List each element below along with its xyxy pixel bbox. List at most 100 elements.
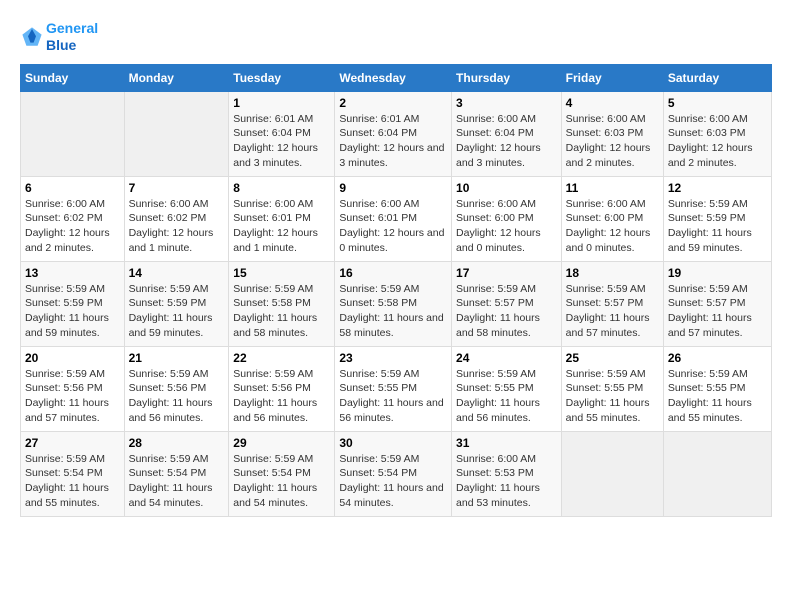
day-cell: 25 Sunrise: 5:59 AM Sunset: 5:55 PM Dayli… xyxy=(561,346,663,431)
day-number: 29 xyxy=(233,436,330,450)
day-cell: 6 Sunrise: 6:00 AM Sunset: 6:02 PM Daylig… xyxy=(21,176,125,261)
day-cell: 15 Sunrise: 5:59 AM Sunset: 5:58 PM Dayli… xyxy=(229,261,335,346)
header-cell-wednesday: Wednesday xyxy=(335,64,452,91)
calendar-table: SundayMondayTuesdayWednesdayThursdayFrid… xyxy=(20,64,772,517)
day-info: Sunrise: 6:00 AM Sunset: 6:02 PM Dayligh… xyxy=(129,197,225,256)
day-number: 13 xyxy=(25,266,120,280)
day-number: 22 xyxy=(233,351,330,365)
day-info: Sunrise: 5:59 AM Sunset: 5:57 PM Dayligh… xyxy=(456,282,557,341)
day-info: Sunrise: 6:00 AM Sunset: 6:03 PM Dayligh… xyxy=(566,112,659,171)
day-info: Sunrise: 6:00 AM Sunset: 6:00 PM Dayligh… xyxy=(566,197,659,256)
day-cell: 14 Sunrise: 5:59 AM Sunset: 5:59 PM Dayli… xyxy=(124,261,229,346)
week-row-2: 6 Sunrise: 6:00 AM Sunset: 6:02 PM Daylig… xyxy=(21,176,772,261)
day-number: 19 xyxy=(668,266,767,280)
day-cell: 5Sunrise: 6:00 AM Sunset: 6:03 PM Daylig… xyxy=(663,91,771,176)
day-cell: 16 Sunrise: 5:59 AM Sunset: 5:58 PM Dayli… xyxy=(335,261,452,346)
day-cell: 21Sunrise: 5:59 AM Sunset: 5:56 PM Dayli… xyxy=(124,346,229,431)
day-cell: 27 Sunrise: 5:59 AM Sunset: 5:54 PM Dayli… xyxy=(21,431,125,516)
day-cell xyxy=(561,431,663,516)
day-cell: 7 Sunrise: 6:00 AM Sunset: 6:02 PM Daylig… xyxy=(124,176,229,261)
header-cell-friday: Friday xyxy=(561,64,663,91)
week-row-1: 1 Sunrise: 6:01 AM Sunset: 6:04 PM Daylig… xyxy=(21,91,772,176)
day-number: 15 xyxy=(233,266,330,280)
day-info: Sunrise: 5:59 AM Sunset: 5:59 PM Dayligh… xyxy=(668,197,767,256)
day-info: Sunrise: 6:01 AM Sunset: 6:04 PM Dayligh… xyxy=(339,112,447,171)
day-number: 31 xyxy=(456,436,557,450)
day-info: Sunrise: 6:00 AM Sunset: 6:02 PM Dayligh… xyxy=(25,197,120,256)
day-cell: 28Sunrise: 5:59 AM Sunset: 5:54 PM Dayli… xyxy=(124,431,229,516)
day-number: 5 xyxy=(668,96,767,110)
day-info: Sunrise: 5:59 AM Sunset: 5:57 PM Dayligh… xyxy=(566,282,659,341)
day-info: Sunrise: 5:59 AM Sunset: 5:55 PM Dayligh… xyxy=(566,367,659,426)
week-row-5: 27 Sunrise: 5:59 AM Sunset: 5:54 PM Dayli… xyxy=(21,431,772,516)
day-number: 1 xyxy=(233,96,330,110)
header: General Blue xyxy=(20,20,772,54)
header-cell-saturday: Saturday xyxy=(663,64,771,91)
day-cell: 11 Sunrise: 6:00 AM Sunset: 6:00 PM Dayli… xyxy=(561,176,663,261)
day-number: 4 xyxy=(566,96,659,110)
day-number: 3 xyxy=(456,96,557,110)
logo: General Blue xyxy=(20,20,98,54)
day-cell: 19 Sunrise: 5:59 AM Sunset: 5:57 PM Dayli… xyxy=(663,261,771,346)
logo-icon xyxy=(20,25,44,49)
day-number: 7 xyxy=(129,181,225,195)
day-info: Sunrise: 6:00 AM Sunset: 6:01 PM Dayligh… xyxy=(339,197,447,256)
day-number: 18 xyxy=(566,266,659,280)
day-info: Sunrise: 5:59 AM Sunset: 5:55 PM Dayligh… xyxy=(668,367,767,426)
day-info: Sunrise: 5:59 AM Sunset: 5:59 PM Dayligh… xyxy=(129,282,225,341)
day-number: 9 xyxy=(339,181,447,195)
day-number: 23 xyxy=(339,351,447,365)
day-number: 20 xyxy=(25,351,120,365)
day-number: 25 xyxy=(566,351,659,365)
day-cell: 3 Sunrise: 6:00 AM Sunset: 6:04 PM Daylig… xyxy=(452,91,562,176)
day-info: Sunrise: 5:59 AM Sunset: 5:54 PM Dayligh… xyxy=(339,452,447,511)
day-cell: 20 Sunrise: 5:59 AM Sunset: 5:56 PM Dayli… xyxy=(21,346,125,431)
day-number: 14 xyxy=(129,266,225,280)
day-cell: 9 Sunrise: 6:00 AM Sunset: 6:01 PM Daylig… xyxy=(335,176,452,261)
day-info: Sunrise: 5:59 AM Sunset: 5:57 PM Dayligh… xyxy=(668,282,767,341)
day-cell: 18 Sunrise: 5:59 AM Sunset: 5:57 PM Dayli… xyxy=(561,261,663,346)
day-cell: 4 Sunrise: 6:00 AM Sunset: 6:03 PM Daylig… xyxy=(561,91,663,176)
day-cell xyxy=(124,91,229,176)
day-info: Sunrise: 6:00 AM Sunset: 6:04 PM Dayligh… xyxy=(456,112,557,171)
day-cell: 31Sunrise: 6:00 AM Sunset: 5:53 PM Dayli… xyxy=(452,431,562,516)
day-number: 28 xyxy=(129,436,225,450)
day-number: 24 xyxy=(456,351,557,365)
day-cell xyxy=(663,431,771,516)
day-cell: 30 Sunrise: 5:59 AM Sunset: 5:54 PM Dayli… xyxy=(335,431,452,516)
day-number: 2 xyxy=(339,96,447,110)
day-number: 10 xyxy=(456,181,557,195)
day-info: Sunrise: 5:59 AM Sunset: 5:59 PM Dayligh… xyxy=(25,282,120,341)
day-info: Sunrise: 5:59 AM Sunset: 5:54 PM Dayligh… xyxy=(233,452,330,511)
day-cell: 2 Sunrise: 6:01 AM Sunset: 6:04 PM Daylig… xyxy=(335,91,452,176)
day-cell: 1Sunrise: 6:01 AM Sunset: 6:04 PM Daylig… xyxy=(229,91,335,176)
day-number: 21 xyxy=(129,351,225,365)
calendar-body: 1 Sunrise: 6:01 AM Sunset: 6:04 PM Daylig… xyxy=(21,91,772,516)
day-info: Sunrise: 5:59 AM Sunset: 5:54 PM Dayligh… xyxy=(25,452,120,511)
day-cell: 29 Sunrise: 5:59 AM Sunset: 5:54 PM Dayli… xyxy=(229,431,335,516)
day-cell: 24Sunrise: 5:59 AM Sunset: 5:55 PM Dayli… xyxy=(452,346,562,431)
day-number: 17 xyxy=(456,266,557,280)
calendar-header: SundayMondayTuesdayWednesdayThursdayFrid… xyxy=(21,64,772,91)
day-info: Sunrise: 5:59 AM Sunset: 5:56 PM Dayligh… xyxy=(25,367,120,426)
header-cell-monday: Monday xyxy=(124,64,229,91)
day-number: 8 xyxy=(233,181,330,195)
day-info: Sunrise: 5:59 AM Sunset: 5:58 PM Dayligh… xyxy=(233,282,330,341)
day-number: 11 xyxy=(566,181,659,195)
day-info: Sunrise: 5:59 AM Sunset: 5:56 PM Dayligh… xyxy=(233,367,330,426)
day-cell: 26Sunrise: 5:59 AM Sunset: 5:55 PM Dayli… xyxy=(663,346,771,431)
day-cell xyxy=(21,91,125,176)
day-number: 27 xyxy=(25,436,120,450)
day-info: Sunrise: 5:59 AM Sunset: 5:58 PM Dayligh… xyxy=(339,282,447,341)
logo-text: General Blue xyxy=(46,20,98,54)
day-number: 30 xyxy=(339,436,447,450)
day-number: 6 xyxy=(25,181,120,195)
week-row-3: 13 Sunrise: 5:59 AM Sunset: 5:59 PM Dayli… xyxy=(21,261,772,346)
day-cell: 8Sunrise: 6:00 AM Sunset: 6:01 PM Daylig… xyxy=(229,176,335,261)
day-info: Sunrise: 5:59 AM Sunset: 5:55 PM Dayligh… xyxy=(339,367,447,426)
day-cell: 13 Sunrise: 5:59 AM Sunset: 5:59 PM Dayli… xyxy=(21,261,125,346)
header-cell-sunday: Sunday xyxy=(21,64,125,91)
week-row-4: 20 Sunrise: 5:59 AM Sunset: 5:56 PM Dayli… xyxy=(21,346,772,431)
day-number: 12 xyxy=(668,181,767,195)
day-number: 16 xyxy=(339,266,447,280)
